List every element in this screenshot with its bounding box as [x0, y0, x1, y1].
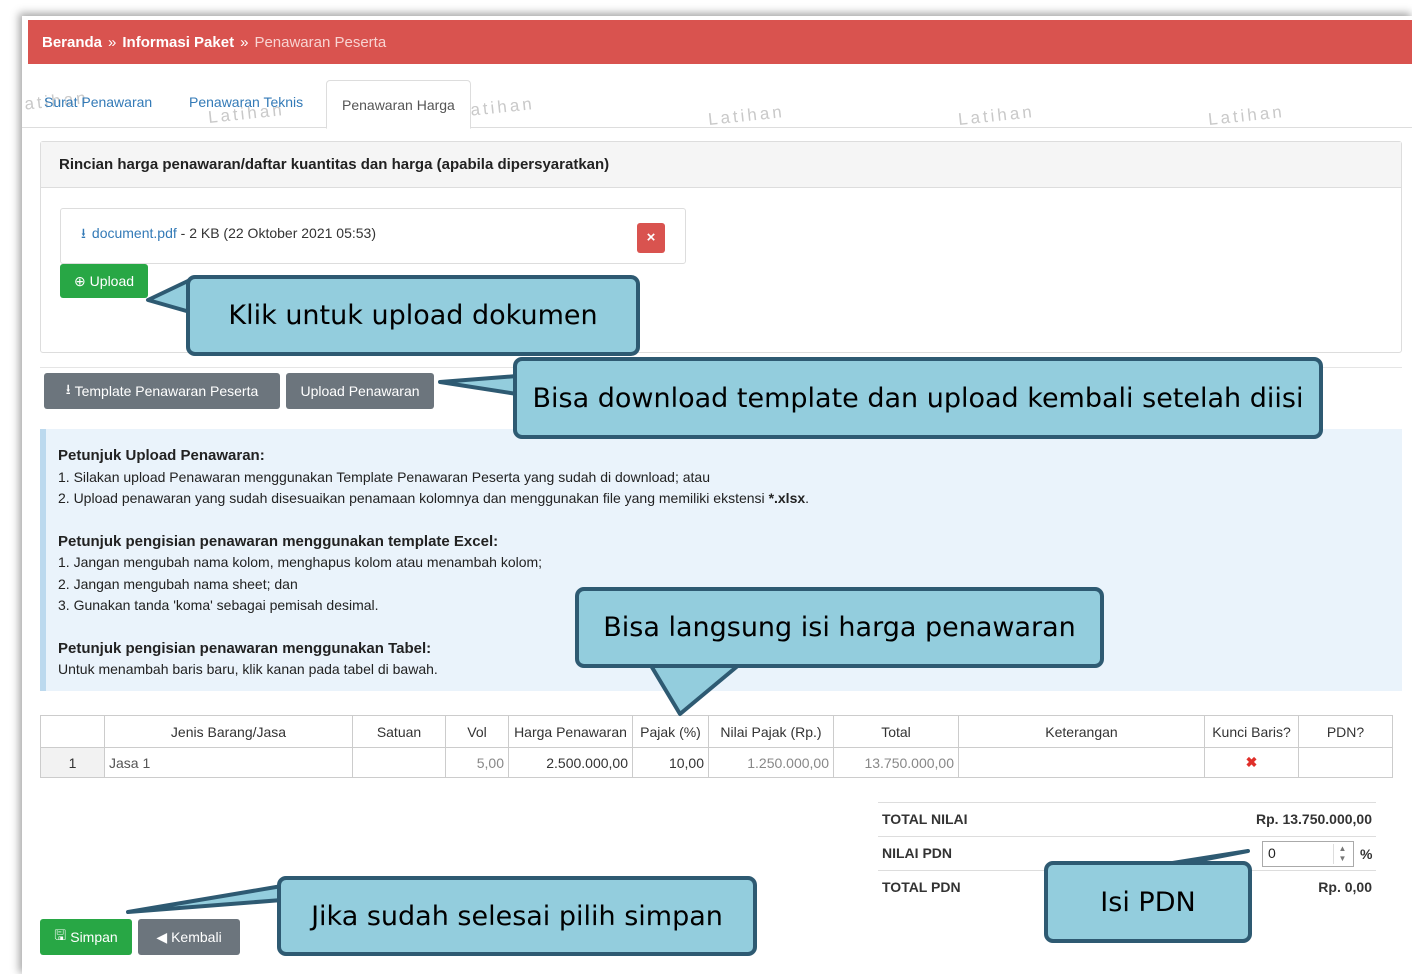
watermark: Latihan	[957, 102, 1036, 129]
unit-cell[interactable]	[352, 747, 446, 778]
total-value: Rp. 13.750.000,00	[1256, 811, 1372, 827]
upload-button-label: Upload	[89, 273, 135, 289]
instructions-heading: Petunjuk pengisian penawaran menggunakan…	[58, 532, 499, 550]
tab-penawaran-harga[interactable]: Penawaran Harga	[326, 80, 471, 129]
column-header: Vol	[445, 715, 509, 748]
column-header: Harga Penawaran	[508, 715, 633, 748]
breadcrumb-separator: »	[108, 33, 117, 51]
download-icon: ⭳	[65, 381, 71, 397]
tab-bar: Latihan Latihan Latihan Latihan Latihan …	[22, 80, 1412, 129]
total-pdn-label: TOTAL PDN	[882, 879, 961, 895]
pdn-unit: %	[1360, 846, 1373, 862]
app-frame: Beranda » Informasi Paket » Penawaran Pe…	[22, 16, 1412, 974]
callout-price: Bisa langsung isi harga penawaran	[575, 587, 1104, 668]
callout-upload: Klik untuk upload dokumen	[186, 275, 640, 356]
file-meta: - 2 KB (22 Oktober 2021 05:53)	[176, 225, 376, 241]
close-icon[interactable]: ✖	[1246, 754, 1258, 770]
table-row: 1 Jasa 1 5,00 2.500.000,00 10,00 1.250.0…	[40, 747, 1393, 778]
pdn-input[interactable]: 0 ▲ ▼	[1262, 841, 1354, 867]
breadcrumb-separator: »	[240, 33, 249, 51]
column-header	[40, 715, 105, 748]
price-cell[interactable]: 2.500.000,00	[508, 747, 633, 778]
breadcrumb-home-link[interactable]: Beranda	[42, 34, 102, 51]
instruction-line: 1. Jangan mengubah nama kolom, menghapus…	[58, 554, 543, 570]
column-header: Keterangan	[958, 715, 1205, 748]
watermark: Latihan	[707, 102, 786, 129]
template-download-label: Template Penawaran Peserta	[74, 383, 259, 399]
instructions-heading: Petunjuk Upload Penawaran:	[58, 447, 265, 464]
uploaded-file-item: ⭳ document.pdf - 2 KB (22 Oktober 2021 05…	[60, 208, 686, 264]
instruction-line: 1. Silakan upload Penawaran menggunakan …	[58, 468, 710, 485]
breadcrumb-package-link[interactable]: Informasi Paket	[122, 34, 234, 51]
watermark: Latihan	[1207, 102, 1286, 129]
number-stepper-icon[interactable]: ▲ ▼	[1333, 844, 1351, 864]
table-header-row: Jenis Barang/Jasa Satuan Vol Harga Penaw…	[40, 715, 1393, 748]
total-cell: 13.750.000,00	[833, 747, 959, 778]
download-icon[interactable]: ⭳	[81, 225, 86, 241]
total-value-label: TOTAL NILAI	[882, 811, 968, 827]
breadcrumb-current: Penawaran Peserta	[254, 33, 387, 51]
upload-offer-button[interactable]: Upload Penawaran	[286, 373, 434, 409]
callout-template: Bisa download template dan upload kembal…	[513, 357, 1323, 439]
total-pdn-value: Rp. 0,00	[1318, 879, 1372, 895]
save-icon: 🖫	[54, 927, 67, 943]
column-header: Kunci Baris?	[1204, 715, 1299, 748]
note-cell[interactable]	[958, 747, 1205, 778]
delete-file-button[interactable]: ×	[637, 223, 665, 253]
lock-row-cell[interactable]: ✖	[1204, 747, 1299, 778]
file-link[interactable]: document.pdf	[92, 225, 177, 241]
column-header: Total	[833, 715, 959, 748]
upload-button[interactable]: ⊕ Upload	[60, 264, 148, 298]
tab-surat-penawaran[interactable]: Surat Penawaran	[44, 94, 152, 110]
price-table: Jenis Barang/Jasa Satuan Vol Harga Penaw…	[40, 715, 1393, 778]
column-header: Jenis Barang/Jasa	[104, 715, 353, 748]
breadcrumb: Beranda » Informasi Paket » Penawaran Pe…	[28, 20, 1412, 64]
column-header: Pajak (%)	[632, 715, 709, 748]
panel-title: Rincian harga penawaran/daftar kuantitas…	[41, 142, 1401, 188]
plus-circle-icon: ⊕	[73, 272, 86, 289]
tab-penawaran-teknis[interactable]: Penawaran Teknis	[189, 94, 303, 110]
back-button-label: Kembali	[171, 929, 222, 945]
row-number: 1	[40, 747, 105, 778]
callout-save: Jika sudah selesai pilih simpan	[277, 876, 757, 956]
template-download-button[interactable]: ⭳ Template Penawaran Peserta	[44, 373, 280, 409]
column-header: PDN?	[1298, 715, 1393, 748]
column-header: Nilai Pajak (Rp.)	[708, 715, 834, 748]
tax-percent-cell[interactable]: 10,00	[632, 747, 709, 778]
save-button-label: Simpan	[70, 929, 118, 945]
callout-pdn: Isi PDN	[1044, 861, 1252, 943]
back-button[interactable]: ◀ Kembali	[138, 919, 240, 955]
item-cell[interactable]: Jasa 1	[104, 747, 353, 778]
save-button[interactable]: 🖫 Simpan	[40, 919, 132, 955]
column-header: Satuan	[352, 715, 446, 748]
tax-value-cell: 1.250.000,00	[708, 747, 834, 778]
volume-cell[interactable]: 5,00	[445, 747, 509, 778]
instruction-line: 2. Upload penawaran yang sudah disesuaik…	[58, 490, 810, 506]
pdn-value-label: NILAI PDN	[882, 845, 952, 861]
arrow-left-circle-icon: ◀	[156, 928, 168, 945]
pdn-cell[interactable]	[1298, 747, 1393, 778]
xlsx-extension: *.xlsx	[768, 490, 806, 506]
